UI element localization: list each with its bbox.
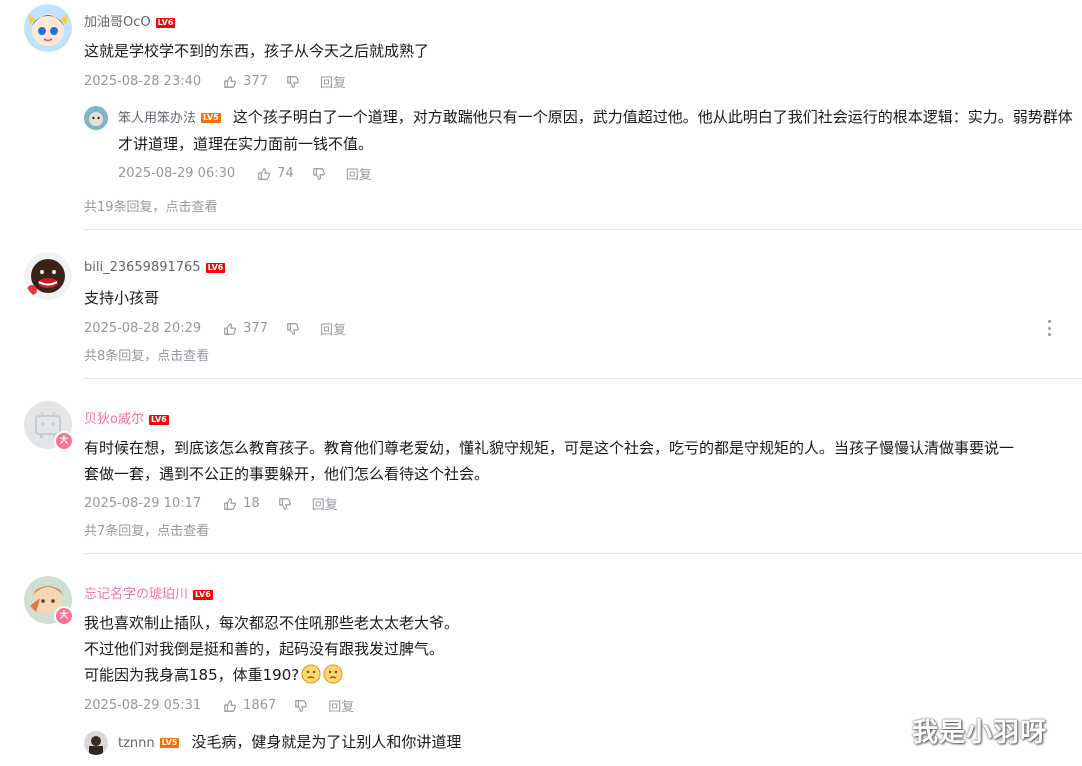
thinking-emoji-icon: [323, 664, 343, 684]
view-more-replies-link[interactable]: 共8条回复，点击查看: [84, 345, 209, 364]
like-button[interactable]: 377: [223, 321, 268, 336]
username-text[interactable]: 贝狄o威尔: [84, 412, 144, 427]
divider: [84, 553, 1082, 554]
comment-text-line-1: 有时候在想，到底该怎么教育孩子。教育他们尊老爱幼，懂礼貌守规矩，可是这个社会，吃…: [84, 439, 1015, 457]
like-count: 377: [243, 321, 268, 336]
avatar[interactable]: [24, 252, 72, 300]
like-button[interactable]: 74: [257, 166, 294, 181]
thumbs-up-icon: [224, 75, 237, 88]
level-badge: LV6: [193, 589, 213, 600]
comment-meta: 2025-08-28 20:29 377 回复: [84, 319, 346, 338]
thumbs-down-icon: [278, 497, 291, 510]
view-more-replies-link[interactable]: 共7条回复，点击查看: [84, 520, 209, 539]
thumbs-up-icon: [258, 167, 271, 180]
username-text[interactable]: bili_23659891765: [84, 260, 201, 275]
username[interactable]: bili_23659891765 LV6: [84, 260, 226, 275]
comment-text-line-2: 不过他们对我倒是挺和善的，起码没有跟我发过脾气。: [84, 640, 445, 658]
comment-meta: 2025-08-29 10:17 18 回复: [84, 494, 338, 513]
dislike-button[interactable]: [286, 322, 300, 336]
level-badge: LV6: [155, 17, 176, 28]
reply-button[interactable]: 回复: [312, 494, 338, 513]
avatar-image-icon: [24, 4, 72, 52]
thumbs-up-icon: [224, 497, 237, 510]
avatar-image-icon: [24, 252, 72, 300]
comment-text: 有时候在想，到底该怎么教育孩子。教育他们尊老爱幼，懂礼貌守规矩，可是这个社会，吃…: [84, 435, 1074, 487]
sub-reply-username[interactable]: tznnn: [118, 736, 155, 751]
dislike-button[interactable]: [286, 75, 300, 89]
sub-reply-line-2: 才讲道理，道理在实力面前一钱不值。: [118, 135, 374, 153]
thumbs-down-icon: [287, 322, 299, 335]
vip-badge: 大: [54, 431, 74, 451]
thumbs-up-icon: [224, 322, 237, 335]
reply-button[interactable]: 回复: [320, 72, 346, 91]
dislike-button[interactable]: [294, 699, 308, 713]
sub-reply-text: 没毛病，健身就是为了让别人和你讲道理: [191, 733, 462, 751]
thumbs-up-icon: [224, 699, 237, 712]
timestamp: 2025-08-28 20:29: [84, 321, 202, 336]
watermark: 我是小羽呀: [912, 718, 1048, 748]
comment-meta: 2025-08-29 05:31 1867 回复: [84, 696, 354, 715]
timestamp: 2025-08-29 05:31: [84, 698, 202, 713]
comment-text-line-3: 可能因为我身高185，体重190?: [84, 662, 459, 688]
like-button[interactable]: 1867: [223, 698, 276, 713]
sub-reply-avatar[interactable]: [84, 731, 108, 755]
username[interactable]: 贝狄o威尔 LV6: [84, 408, 169, 427]
like-button[interactable]: 18: [223, 496, 260, 511]
comment-text-line-2: 套做一套，遇到不公正的事要躲开，他们怎么看待这个社会。: [84, 465, 490, 483]
reply-button[interactable]: 回复: [346, 164, 372, 183]
like-count: 1867: [243, 698, 277, 713]
username-text[interactable]: 忘记名字の琥珀川: [84, 587, 188, 602]
comment-text: 我也喜欢制止插队，每次都忍不住吼那些老太太老大爷。 不过他们对我倒是挺和善的，起…: [84, 610, 459, 688]
like-count: 18: [243, 496, 260, 511]
level-badge: LV6: [148, 414, 169, 425]
level-badge: LV5: [201, 112, 221, 123]
divider: [84, 378, 1082, 379]
sub-reply-line-1: 笨人用笨办法 LV5 这个孩子明白了一个道理，对方敢踹他只有一个原因，武力值超过他。…: [118, 104, 1082, 132]
username[interactable]: 忘记名字の琥珀川 LV6: [84, 583, 213, 602]
comment-text-line-1: 我也喜欢制止插队，每次都忍不住吼那些老太太老大爷。: [84, 614, 460, 632]
timestamp: 2025-08-29 10:17: [84, 496, 202, 511]
reply-button[interactable]: 回复: [320, 319, 346, 338]
reply-button[interactable]: 回复: [328, 696, 354, 715]
thumbs-down-icon: [312, 167, 325, 180]
username[interactable]: 加油哥OcO LV6: [84, 11, 176, 30]
dislike-button[interactable]: [278, 497, 292, 511]
sub-reply-text: 这个孩子明白了一个道理，对方敢踹他只有一个原因，武力值超过他。他从此明白了我们社…: [232, 108, 1073, 126]
sub-reply-username[interactable]: 笨人用笨办法: [118, 111, 196, 126]
sub-reply-avatar[interactable]: [84, 106, 108, 130]
thumbs-down-icon: [295, 699, 308, 712]
thumbs-down-icon: [287, 75, 299, 88]
avatar-image-icon: [84, 106, 108, 130]
sub-reply-meta: 2025-08-29 06:30 74 回复: [118, 164, 372, 183]
divider: [84, 229, 1082, 230]
avatar-image-icon: [84, 731, 108, 755]
comment-text: 支持小孩哥: [84, 289, 160, 307]
avatar[interactable]: [24, 4, 72, 52]
like-button[interactable]: 377: [223, 74, 268, 89]
username-text[interactable]: 加油哥OcO: [84, 15, 151, 30]
comment-text: 这就是学校学不到的东西，孩子从今天之后就成熟了: [84, 42, 430, 60]
thinking-emoji-icon: [301, 664, 321, 684]
timestamp: 2025-08-29 06:30: [118, 166, 236, 181]
view-more-replies-link[interactable]: 共19条回复，点击查看: [84, 196, 218, 215]
dislike-button[interactable]: [312, 167, 326, 181]
vip-badge: 大: [54, 606, 74, 626]
like-count: 74: [277, 166, 294, 181]
comment-meta: 2025-08-28 23:40 377 回复: [84, 72, 346, 91]
level-badge: LV6: [205, 262, 226, 273]
level-badge: LV5: [159, 737, 180, 748]
timestamp: 2025-08-28 23:40: [84, 74, 202, 89]
like-count: 377: [243, 74, 268, 89]
more-vertical-icon[interactable]: [1044, 320, 1054, 336]
